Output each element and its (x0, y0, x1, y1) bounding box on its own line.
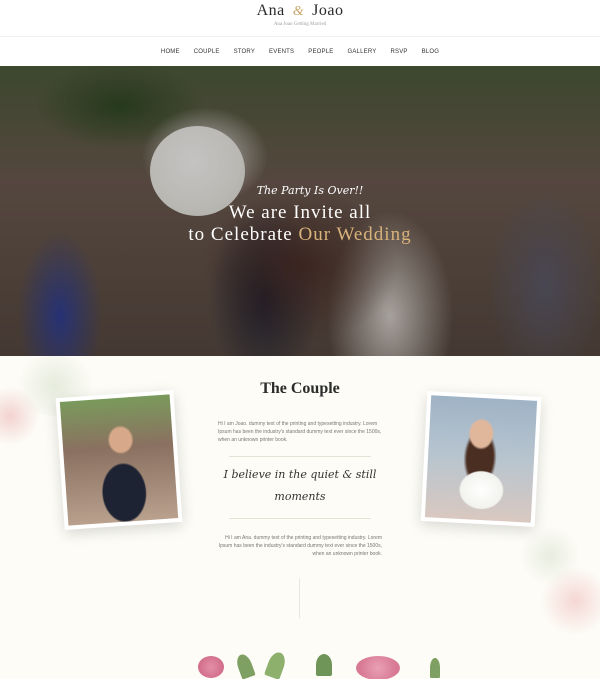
nav-story[interactable]: STORY (234, 49, 255, 55)
leaf-icon (264, 650, 288, 679)
site-logo[interactable]: Ana & Joao (0, 2, 600, 20)
ana-bio: Hi I am Ana. dummy text of the printing … (218, 535, 382, 557)
logo-name-joao: Joao (312, 2, 344, 19)
hero-title-line2: to Celebrate Our Wedding (0, 224, 600, 246)
nav-events[interactable]: EVENTS (269, 49, 294, 55)
logo-name-ana: Ana (256, 2, 285, 19)
bride-photo (420, 391, 542, 527)
couple-title: The Couple (260, 380, 340, 397)
floral-decoration (520, 526, 580, 586)
nav-people[interactable]: PEOPLE (308, 49, 333, 55)
hero-pre-title: The Party Is Over!! (256, 184, 364, 197)
rose-icon (198, 656, 224, 678)
groom-photo (55, 390, 183, 530)
nav-home[interactable]: HOME (161, 49, 180, 55)
quote-divider-top (229, 456, 371, 457)
nav-blog[interactable]: BLOG (422, 49, 439, 55)
quote-divider-bottom (229, 518, 371, 519)
main-nav: HOME COUPLE STORY EVENTS PEOPLE GALLERY … (0, 36, 600, 66)
rose-icon (356, 656, 400, 679)
site-tagline: Ana Joao Getting Married (273, 22, 327, 27)
leaf-icon (316, 654, 332, 676)
hero-title-line1: We are Invite all (228, 202, 372, 223)
logo-ampersand: & (292, 4, 305, 19)
joao-bio: Hi I am Joao. dummy text of the printing… (218, 421, 382, 443)
groom-photo-image (59, 394, 179, 526)
couple-quote: I believe in the quiet & still moments (223, 468, 377, 503)
section-divider-line (299, 578, 300, 618)
hero-title-prefix: to Celebrate (188, 224, 293, 245)
hero-banner: The Party Is Over!! We are Invite all to… (0, 66, 600, 356)
nav-couple[interactable]: COUPLE (194, 49, 220, 55)
hero-title-highlight: Our Wedding (298, 224, 412, 245)
couple-section: The Couple Hi I am Joao. dummy text of t… (0, 356, 600, 679)
bride-photo-image (424, 395, 538, 523)
nav-gallery[interactable]: GALLERY (347, 49, 376, 55)
site-header: Ana & Joao Ana Joao Getting Married (0, 0, 600, 36)
bottom-floral-border (190, 650, 450, 679)
leaf-icon (234, 652, 256, 679)
leaf-icon (430, 658, 440, 678)
nav-rsvp[interactable]: RSVP (390, 49, 407, 55)
